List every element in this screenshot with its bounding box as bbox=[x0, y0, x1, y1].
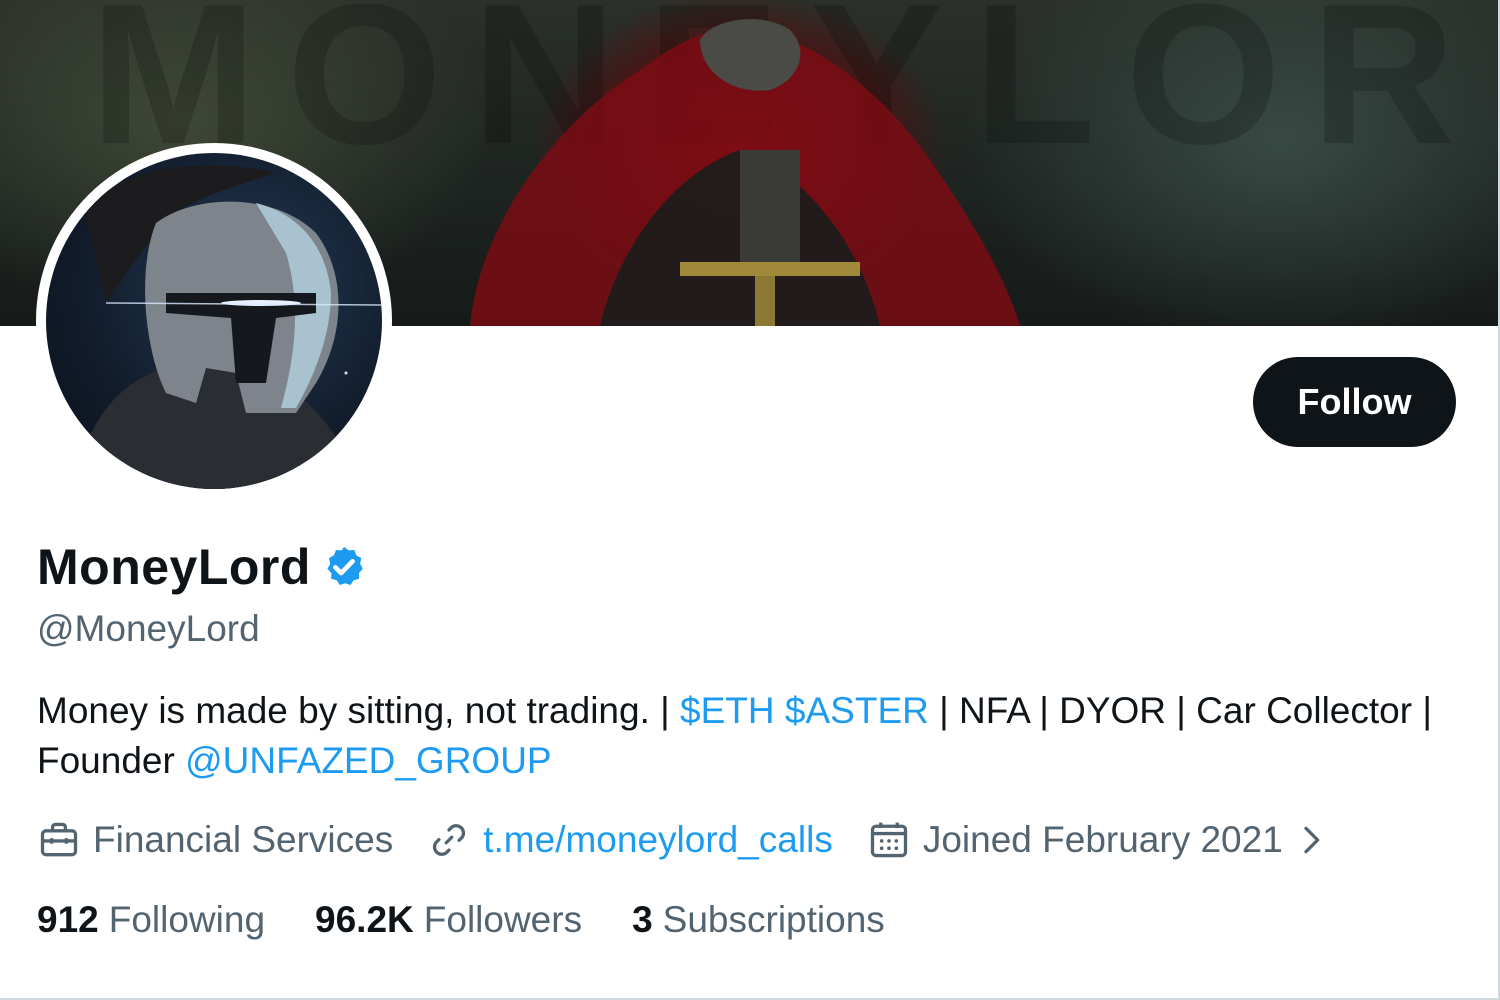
followers-count: 96.2K bbox=[315, 899, 414, 940]
display-name: MoneyLord bbox=[37, 539, 311, 595]
bio-mention-link[interactable]: @UNFAZED_GROUP bbox=[185, 740, 552, 781]
category-label: Financial Services bbox=[93, 819, 394, 860]
subscriptions-label: Subscriptions bbox=[662, 899, 885, 940]
link-icon bbox=[433, 824, 466, 856]
verified-badge-icon[interactable] bbox=[321, 544, 367, 590]
bio-text: Money is made by sitting, not trading. | bbox=[37, 690, 681, 731]
joined-date-item[interactable]: Joined February 2021 bbox=[867, 818, 1343, 862]
avatar[interactable] bbox=[46, 153, 382, 489]
profile-meta: Financial Services t.me/moneylord_calls … bbox=[37, 812, 1377, 868]
profile-bio: Money is made by sitting, not trading. |… bbox=[37, 686, 1467, 786]
calendar-icon bbox=[870, 822, 907, 858]
category-item: Financial Services bbox=[37, 818, 393, 862]
spartan-helmet-avatar-image bbox=[76, 165, 382, 489]
subscriptions-stat[interactable]: 3 Subscriptions bbox=[632, 899, 885, 941]
website-link[interactable]: t.me/moneylord_calls bbox=[483, 819, 833, 861]
briefcase-icon bbox=[40, 822, 78, 857]
joined-date-label: Joined February 2021 bbox=[922, 819, 1283, 860]
chevron-right-icon[interactable] bbox=[1291, 820, 1331, 860]
profile-name-row: MoneyLord bbox=[37, 538, 367, 596]
username-handle: @MoneyLord bbox=[37, 608, 260, 649]
following-count: 912 bbox=[37, 899, 99, 940]
profile-stats: 912 Following 96.2K Followers 3 Subscrip… bbox=[37, 894, 935, 946]
followers-stat[interactable]: 96.2K Followers bbox=[315, 899, 582, 941]
followers-label: Followers bbox=[423, 899, 583, 940]
following-stat[interactable]: 912 Following bbox=[37, 899, 265, 941]
bio-cashtags-link[interactable]: $ETH $ASTER bbox=[680, 690, 929, 731]
subscriptions-count: 3 bbox=[632, 899, 653, 940]
follow-button[interactable]: Follow bbox=[1253, 357, 1456, 447]
following-label: Following bbox=[108, 899, 266, 940]
website-item[interactable]: t.me/moneylord_calls bbox=[427, 818, 833, 862]
